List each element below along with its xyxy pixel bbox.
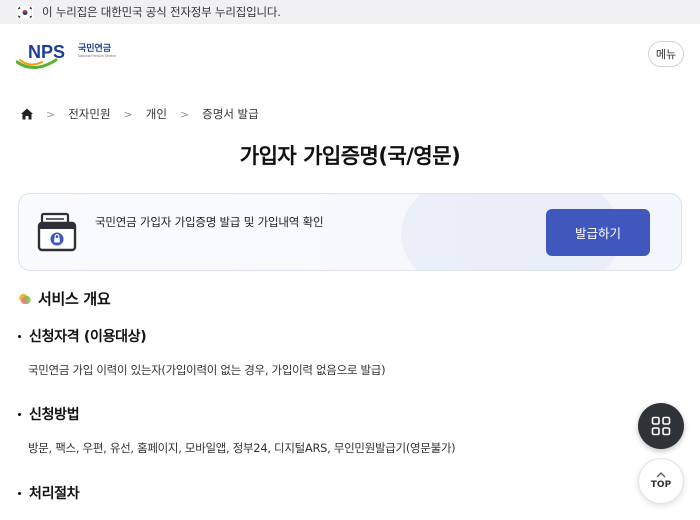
method-text: 방문, 팩스, 우편, 유선, 홈페이지, 모바일앱, 정부24, 디지털ARS…: [28, 441, 456, 455]
site-header: NPS 국민연금 National Pension Service 메뉴: [0, 24, 700, 86]
nps-logo[interactable]: NPS 국민연금 National Pension Service: [16, 38, 126, 72]
scroll-top-button[interactable]: TOP: [638, 458, 684, 504]
bullet-dot: [18, 412, 21, 416]
page-title: 가입자 가입증명(국/영문): [239, 144, 461, 168]
service-description: 국민연금 가입자 가입증명 발급 및 가입내역 확인: [95, 215, 324, 229]
section-title-overview: 서비스 개요: [18, 288, 111, 309]
breadcrumb-item[interactable]: 전자민원: [68, 106, 110, 122]
service-card: 국민연금 가입자 가입증명 발급 및 가입내역 확인 발급하기: [18, 193, 682, 271]
breadcrumb: > 전자민원 > 개인 > 증명서 발급: [20, 104, 272, 124]
heading-method: 신청방법: [18, 404, 80, 424]
scroll-top-label: TOP: [650, 480, 672, 490]
korean-flag-icon: [16, 5, 34, 19]
heading-process: 처리절차: [18, 483, 80, 503]
heading-eligibility: 신청자격 (이용대상): [18, 326, 147, 346]
certificate-box-icon: [37, 212, 77, 252]
bullet-dot: [18, 334, 21, 338]
heading-text: 처리절차: [29, 486, 80, 502]
eligibility-text: 국민연금 가입 이력이 있는자(가입이력이 없는 경우, 가입이력 없음으로 발…: [28, 363, 386, 377]
chevron-right-icon: >: [46, 107, 56, 121]
home-icon[interactable]: [20, 107, 34, 121]
gov-notice-text: 이 누리집은 대한민국 공식 전자정부 누리집입니다.: [42, 5, 281, 19]
heading-text: 신청방법: [29, 407, 80, 423]
menu-button[interactable]: 메뉴: [648, 41, 684, 67]
breadcrumb-item[interactable]: 개인: [146, 106, 167, 122]
chevron-right-icon: >: [123, 107, 133, 121]
breadcrumb-item[interactable]: 증명서 발급: [202, 106, 259, 122]
heading-text: 신청자격 (이용대상): [29, 329, 147, 345]
issue-button[interactable]: 발급하기: [546, 209, 650, 256]
grid-icon: [651, 416, 671, 436]
chevron-up-icon: [656, 472, 666, 478]
section-title-text: 서비스 개요: [38, 290, 111, 308]
logo-subtext: National Pension Service: [78, 54, 116, 58]
bullet-dot: [18, 491, 21, 495]
section-dot-icon: [19, 293, 31, 304]
logo-korean: 국민연금: [78, 42, 112, 54]
gov-notice-bar: 이 누리집은 대한민국 공식 전자정부 누리집입니다.: [0, 0, 700, 24]
chevron-right-icon: >: [179, 107, 190, 121]
logo-text: NPS: [28, 42, 65, 62]
quick-menu-button[interactable]: [638, 403, 684, 449]
